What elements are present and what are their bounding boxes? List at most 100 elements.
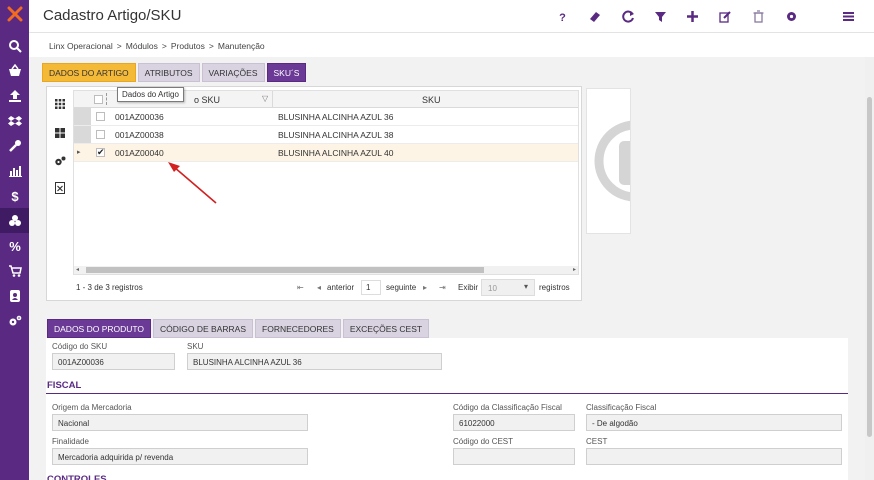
tab-skus[interactable]: SKU´S [266, 63, 307, 82]
breadcrumb-item[interactable]: Linx Operacional [49, 41, 113, 51]
product-tabs: DADOS DO PRODUTO CÓDIGO DE BARRAS FORNEC… [47, 319, 431, 338]
top-bar: Cadastro Artigo/SKU ? [29, 0, 874, 33]
chevron-down-icon: ▾ [524, 282, 529, 291]
tab-atributos[interactable]: ATRIBUTOS [137, 63, 200, 82]
no-image-icon [594, 120, 630, 202]
dollar-icon[interactable]: $ [0, 183, 29, 208]
breadcrumb-item: Manutenção [217, 41, 265, 51]
controles-section-title: CONTROLES [47, 474, 107, 480]
column-filter-icon[interactable]: ▽ [262, 94, 268, 103]
breadcrumb-item[interactable]: Módulos [126, 41, 158, 51]
tab-fornecedores[interactable]: FORNECEDORES [255, 319, 341, 338]
row-checkbox[interactable] [96, 112, 105, 121]
origem-field[interactable]: Nacional [52, 414, 308, 431]
table-row-selected[interactable]: ▸ 001AZ00040 BLUSINHA ALCINHA AZUL 40 [74, 144, 578, 162]
table-row[interactable]: 001AZ00036 BLUSINHA ALCINHA AZUL 36 [74, 108, 578, 126]
prev-page-icon[interactable]: ◂ [317, 283, 321, 292]
columns-settings-icon[interactable] [54, 155, 66, 167]
sku-code-field[interactable]: 001AZ00036 [52, 353, 175, 370]
contacts-icon[interactable] [0, 283, 29, 308]
next-page-icon[interactable]: ▸ [423, 283, 427, 292]
tab-variacoes[interactable]: VARIAÇÕES [201, 63, 265, 82]
select-all-checkbox[interactable] [94, 95, 103, 104]
sku-name-cell: BLUSINHA ALCINHA AZUL 40 [278, 148, 394, 158]
eraser-icon[interactable] [587, 9, 601, 23]
tooltip: Dados do Artigo [117, 87, 184, 102]
class-field[interactable]: - De algodão [586, 414, 842, 431]
page-number-input[interactable]: 1 [361, 280, 381, 295]
sku-code-cell: 001AZ00036 [115, 112, 164, 122]
row-indicator-icon: ▸ [77, 149, 81, 156]
row-checkbox-checked[interactable] [96, 147, 105, 158]
tab-dados-do-artigo[interactable]: DADOS DO ARTIGO [42, 63, 136, 82]
sku-name-cell: BLUSINHA ALCINHA AZUL 36 [278, 112, 394, 122]
grid-tools [47, 87, 73, 277]
column-header-sku[interactable]: SKU [422, 95, 441, 105]
cart-icon[interactable] [0, 258, 29, 283]
add-icon[interactable] [685, 9, 699, 23]
excel-export-icon[interactable] [54, 182, 66, 194]
breadcrumb: Linx Operacional > Módulos > Produtos > Manute… [49, 41, 265, 51]
delete-icon[interactable] [751, 9, 765, 23]
sidebar: $ % [0, 0, 29, 480]
svg-text:$: $ [11, 189, 19, 203]
tab-codigo-de-barras[interactable]: CÓDIGO DE BARRAS [153, 319, 254, 338]
first-page-icon[interactable]: ⇤ [297, 283, 304, 292]
row-checkbox[interactable] [96, 130, 105, 139]
scroll-right-icon[interactable]: ▸ [573, 266, 576, 273]
class-code-field[interactable]: 61022000 [453, 414, 575, 431]
product-image-placeholder [586, 88, 631, 234]
edit-icon[interactable] [718, 9, 732, 23]
basket-icon[interactable] [0, 58, 29, 83]
svg-text:%: % [9, 239, 21, 253]
page-size-select[interactable]: 10 ▾ [481, 279, 535, 296]
search-icon[interactable] [0, 33, 29, 58]
class-label: Classificação Fiscal [586, 403, 657, 412]
page-scrollbar[interactable] [865, 57, 874, 480]
linx-logo-icon[interactable] [7, 6, 23, 22]
sku-field[interactable]: BLUSINHA ALCINHA AZUL 36 [187, 353, 442, 370]
filter-icon[interactable] [653, 9, 667, 23]
breadcrumb-item[interactable]: Produtos [171, 41, 205, 51]
menu-icon[interactable] [841, 9, 855, 23]
sku-name-cell: BLUSINHA ALCINHA AZUL 38 [278, 130, 394, 140]
page-title: Cadastro Artigo/SKU [43, 7, 182, 24]
sku-grid: o SKU ▽ SKU 001AZ00036 BLUSINHA ALCINHA … [73, 90, 579, 275]
finalidade-label: Finalidade [52, 437, 89, 446]
pager-summary: 1 - 3 de 3 registros [76, 283, 143, 292]
gears-icon[interactable] [0, 308, 29, 333]
svg-text:?: ? [559, 12, 566, 23]
tiles-view-icon[interactable] [54, 127, 66, 139]
scroll-left-icon[interactable]: ◂ [76, 266, 79, 273]
cest-label: CEST [586, 437, 608, 446]
dropbox-icon[interactable] [0, 108, 29, 133]
table-row[interactable]: 001AZ00038 BLUSINHA ALCINHA AZUL 38 [74, 126, 578, 144]
next-page-link[interactable]: seguinte [386, 283, 416, 292]
last-page-icon[interactable]: ⇥ [439, 283, 446, 292]
finalidade-field[interactable]: Mercadoria adquirida p/ revenda [52, 448, 308, 465]
column-resize-handle[interactable] [106, 93, 112, 105]
tab-dados-do-produto[interactable]: DADOS DO PRODUTO [47, 319, 152, 338]
records-label: registros [539, 283, 570, 292]
cest-code-field[interactable] [453, 448, 575, 465]
upload-icon[interactable] [0, 83, 29, 108]
wrench-icon[interactable] [0, 133, 29, 158]
boxes-icon[interactable] [0, 208, 29, 233]
bar-chart-icon[interactable] [0, 158, 29, 183]
origem-label: Origem da Mercadoria [52, 403, 132, 412]
tab-excecoes-cest[interactable]: EXCEÇÕES CEST [342, 319, 430, 338]
grid-horizontal-scrollbar[interactable]: ◂ ▸ [74, 266, 578, 274]
help-icon[interactable]: ? [555, 9, 569, 23]
settings-icon[interactable] [784, 9, 798, 23]
cest-field[interactable] [586, 448, 842, 465]
column-header-code[interactable]: o SKU [194, 95, 220, 105]
sku-label: SKU [187, 342, 204, 351]
refresh-icon[interactable] [621, 9, 635, 23]
grid-pager: 1 - 3 de 3 registros ⇤ ◂ anterior 1 segu… [73, 279, 579, 297]
sku-code-cell: 001AZ00040 [115, 148, 164, 158]
grid-view-icon[interactable] [54, 98, 66, 110]
percent-icon[interactable]: % [0, 233, 29, 258]
sku-grid-panel: o SKU ▽ SKU 001AZ00036 BLUSINHA ALCINHA … [46, 86, 582, 301]
sku-code-label: Código do SKU [52, 342, 108, 351]
prev-page-link[interactable]: anterior [327, 283, 354, 292]
